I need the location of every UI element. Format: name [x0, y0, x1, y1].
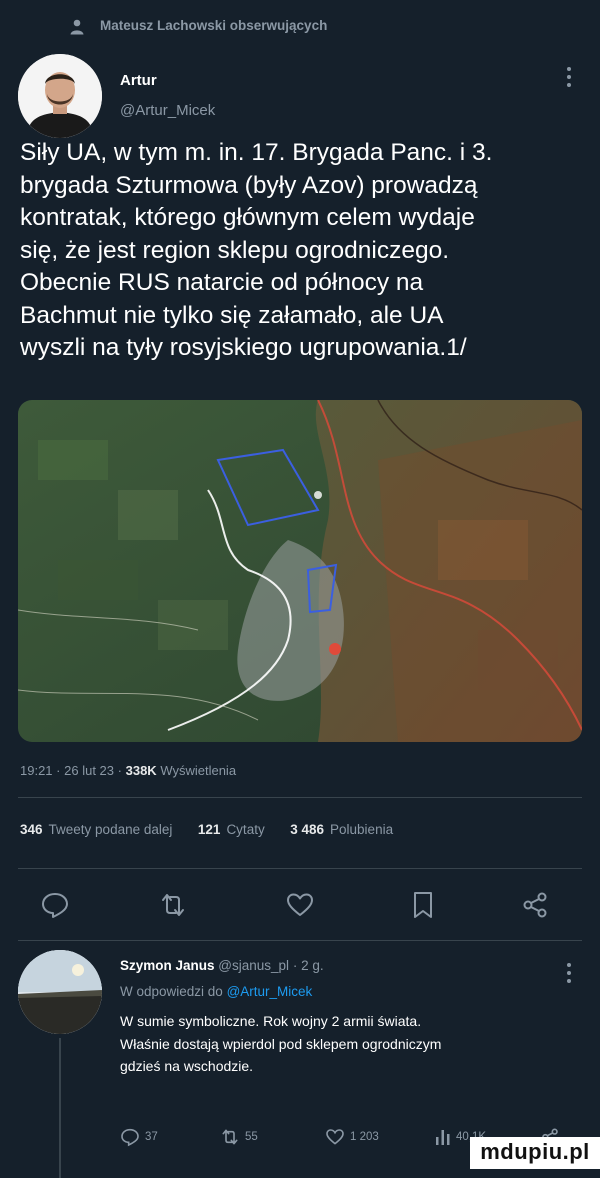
tweet-map-image[interactable]: [18, 400, 582, 742]
views-chart-icon: [436, 1130, 450, 1145]
divider: [18, 797, 582, 798]
reply-like-button[interactable]: 1 203: [325, 1124, 379, 1150]
quotes-count: 121: [197, 822, 221, 837]
author-name[interactable]: Artur: [120, 72, 157, 89]
tweet-text-line: się, że jest region sklepu ogrodniczego.: [20, 236, 450, 264]
satellite-map-illustration: [18, 400, 582, 742]
reply-author-handle[interactable]: @sjanus_pl: [218, 958, 289, 973]
separator: ·: [117, 763, 122, 778]
reply-comment-button[interactable]: 37: [120, 1124, 158, 1150]
bookmark-icon[interactable]: [408, 890, 438, 920]
likes-stat[interactable]: 3 486 Polubienia: [290, 822, 393, 837]
reply-to-handle[interactable]: @Artur_Micek: [227, 984, 313, 999]
tweet-text: Siły UA, w tym m. in. 17. Brygada Panc. …: [20, 137, 585, 365]
tweet-time[interactable]: 19:21: [20, 763, 53, 778]
tweet-stats: 346 Tweety podane dalej 121 Cytaty 3 486 Po…: [20, 822, 393, 837]
tweet-text-line: Bachmut nie tylko się załamało, ale UA: [20, 301, 444, 329]
tweet-author-row: Artur @Artur_Micek: [0, 50, 600, 140]
likes-count: 3 486: [290, 822, 325, 837]
reply-likes-count: 1 203: [350, 1131, 379, 1143]
retweets-stat[interactable]: 346 Tweety podane dalej: [20, 822, 172, 837]
tweet-text-line: Siły UA, w tym m. in. 17. Brygada Panc. …: [20, 139, 493, 166]
reply-retweet-button[interactable]: 55: [220, 1124, 258, 1150]
heart-icon[interactable]: [285, 890, 315, 920]
comment-icon[interactable]: [40, 890, 70, 920]
thread-line: [59, 1038, 61, 1178]
reply-text-line: Właśnie dostają wpierdol pod sklepem ogr…: [120, 1035, 442, 1052]
views-label: Wyświetlenia: [160, 763, 237, 778]
person-icon: [70, 19, 84, 35]
reply-to-prefix: W odpowiedzi do: [120, 984, 223, 999]
social-context-bar: Mateusz Lachowski obserwujących: [0, 14, 600, 42]
retweet-icon[interactable]: [158, 890, 188, 920]
retweet-icon: [222, 1129, 238, 1145]
avatar[interactable]: [18, 54, 102, 138]
tweet-text-line: kontratak, którego głównym celem wydaje: [20, 204, 475, 231]
reply-header: Szymon Janus @sjanus_pl · 2 g.: [120, 958, 324, 973]
divider: [18, 940, 582, 941]
reply-to-line: W odpowiedzi do @Artur_Micek: [120, 984, 312, 999]
reply-text: W sumie symboliczne. Rok wojny 2 armii ś…: [120, 1010, 590, 1078]
quotes-stat[interactable]: 121 Cytaty: [198, 822, 265, 837]
reply-age: 2 g.: [301, 958, 324, 973]
retweets-count: 346: [20, 822, 43, 837]
likes-label: Polubienia: [330, 822, 394, 837]
avatar[interactable]: [18, 950, 102, 1034]
more-options-icon[interactable]: [566, 66, 572, 88]
tweet-text-line: brygada Szturmowa (były Azov) prowadzą: [20, 171, 478, 199]
watermark: mdupiu.pl: [470, 1137, 600, 1169]
separator: ·: [56, 763, 61, 778]
divider: [18, 868, 582, 869]
views-count: 338K: [125, 763, 157, 778]
tweet-text-line: wyszli na tyły rosyjskiego ugrupowania.1…: [20, 334, 467, 361]
reply-retweets-count: 55: [245, 1131, 258, 1143]
follow-context-text[interactable]: Mateusz Lachowski obserwujących: [100, 18, 327, 33]
reply-comments-count: 37: [145, 1131, 158, 1143]
comment-icon: [121, 1128, 139, 1147]
reply-text-line: W sumie symboliczne. Rok wojny 2 armii ś…: [120, 1013, 422, 1029]
reply-author-name[interactable]: Szymon Janus: [120, 958, 215, 973]
share-icon[interactable]: [520, 890, 550, 920]
tweet-date[interactable]: 26 lut 23: [64, 763, 114, 778]
quotes-label: Cytaty: [226, 822, 265, 837]
tweet-meta: 19:21 · 26 lut 23 · 338K Wyświetlenia: [20, 763, 236, 778]
heart-icon: [326, 1129, 344, 1145]
separator: ·: [292, 958, 298, 973]
tweet-action-bar: [0, 880, 600, 930]
reply-text-line: gdzieś na wschodzie.: [120, 1058, 254, 1074]
author-handle[interactable]: @Artur_Micek: [120, 102, 215, 119]
retweets-label: Tweety podane dalej: [48, 822, 173, 837]
tweet-text-line: Obecnie RUS natarcie od północy na: [20, 269, 424, 296]
more-options-icon[interactable]: [566, 962, 572, 984]
